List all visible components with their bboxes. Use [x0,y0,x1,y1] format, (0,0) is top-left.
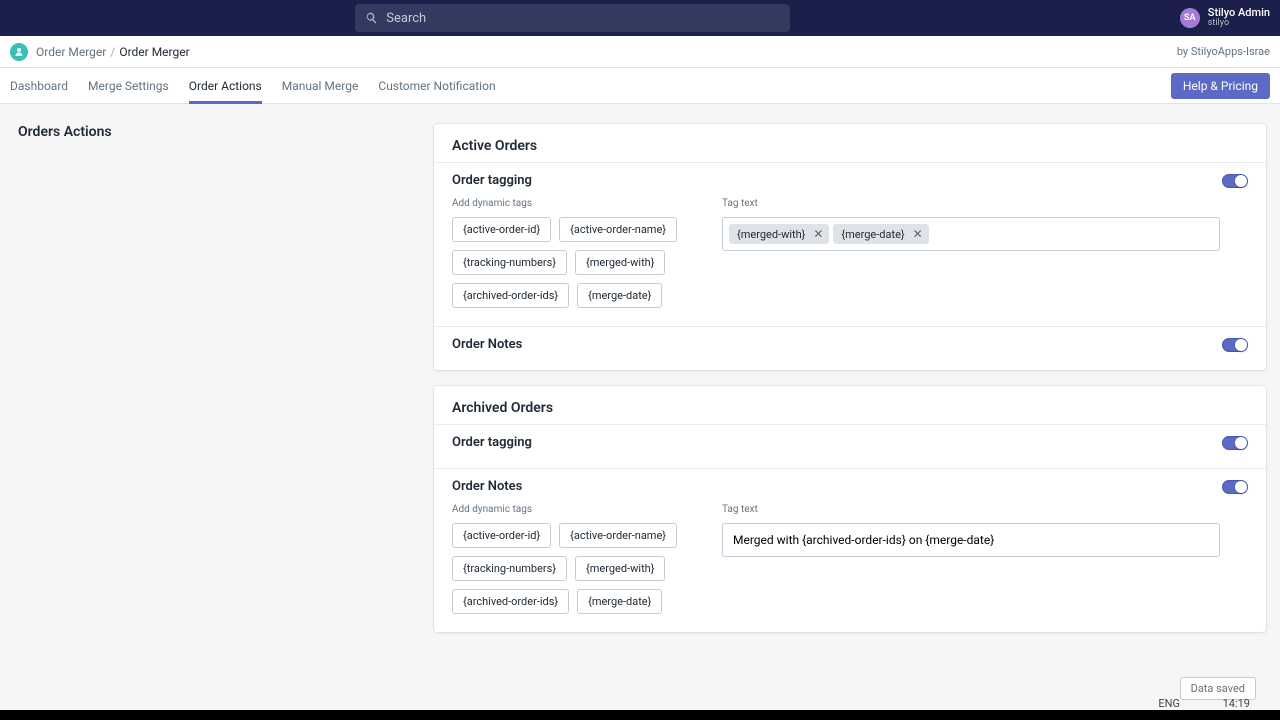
active-orders-heading: Active Orders [434,124,1266,162]
taskbar: ENG 14:19 [0,710,1280,720]
chip-active-order-name[interactable]: {active-order-name} [559,217,677,242]
archived-order-tagging-title: Order tagging [452,435,532,450]
user-sub: stilyo [1208,19,1270,29]
add-dynamic-tags-label: Add dynamic tags [452,198,692,209]
by-author: by StilyoApps-Israe [1177,45,1270,58]
chip-tracking-numbers[interactable]: {tracking-numbers} [452,556,567,581]
help-pricing-button[interactable]: Help & Pricing [1171,73,1270,99]
taskbar-lang: ENG [1158,697,1180,710]
chip-active-order-id[interactable]: {active-order-id} [452,523,551,548]
add-dynamic-tags-label: Add dynamic tags [452,504,692,515]
token-merged-with: {merged-with} ✕ [729,224,829,244]
active-order-tagging-title: Order tagging [452,173,532,188]
taskbar-time: 14:19 [1223,697,1250,710]
chip-archived-order-ids[interactable]: {archived-order-ids} [452,283,569,308]
archived-order-tagging-section: Order tagging [434,424,1266,468]
archived-orders-card: Archived Orders Order tagging Order Note… [434,386,1266,632]
archived-order-notes-toggle[interactable] [1222,480,1248,494]
active-order-notes-title: Order Notes [452,337,522,352]
tag-text-label: Tag text [722,198,1248,209]
archived-order-notes-section: Order Notes Add dynamic tags {active-ord… [434,468,1266,632]
tag-text-label: Tag text [722,504,1248,515]
tab-manual-merge[interactable]: Manual Merge [282,68,359,104]
tab-dashboard[interactable]: Dashboard [10,68,68,104]
user-menu[interactable]: SA Stilyo Admin stilyo [1180,7,1270,29]
chip-merge-date[interactable]: {merge-date} [577,589,662,614]
chip-merged-with[interactable]: {merged-with} [575,556,665,581]
chip-active-order-name[interactable]: {active-order-name} [559,523,677,548]
token-merge-date: {merge-date} ✕ [833,224,928,244]
archived-order-tagging-toggle[interactable] [1222,436,1248,450]
tab-order-actions[interactable]: Order Actions [189,68,262,104]
chip-tracking-numbers[interactable]: {tracking-numbers} [452,250,567,275]
top-bar: SA Stilyo Admin stilyo [0,0,1280,36]
breadcrumb-app[interactable]: Order Merger [36,45,106,59]
avatar: SA [1180,8,1200,28]
archived-orders-heading: Archived Orders [434,386,1266,424]
search-field[interactable] [355,4,790,32]
chip-merge-date[interactable]: {merge-date} [577,283,662,308]
active-tag-text-input[interactable]: {merged-with} ✕ {merge-date} ✕ [722,217,1220,251]
search-input[interactable] [386,11,780,26]
breadcrumb: Order Merger / Order Merger by StilyoApp… [0,36,1280,68]
search-icon [365,11,378,25]
archived-notes-text-input[interactable] [722,523,1220,557]
archived-order-notes-title: Order Notes [452,479,522,494]
app-tabs: Dashboard Merge Settings Order Actions M… [0,68,1280,104]
app-icon [10,43,28,61]
chip-active-order-id[interactable]: {active-order-id} [452,217,551,242]
breadcrumb-current: Order Merger [119,45,189,59]
active-order-notes-toggle[interactable] [1222,338,1248,352]
page-title: Orders Actions [18,124,414,140]
active-orders-card: Active Orders Order tagging Add dynamic … [434,124,1266,370]
remove-token-icon[interactable]: ✕ [911,227,925,241]
active-order-notes-section: Order Notes [434,326,1266,370]
chip-merged-with[interactable]: {merged-with} [575,250,665,275]
active-order-tagging-section: Order tagging Add dynamic tags {active-o… [434,162,1266,326]
chip-archived-order-ids[interactable]: {archived-order-ids} [452,589,569,614]
remove-token-icon[interactable]: ✕ [811,227,825,241]
active-order-tagging-toggle[interactable] [1222,174,1248,188]
tab-customer-notification[interactable]: Customer Notification [378,68,495,104]
tab-merge-settings[interactable]: Merge Settings [88,68,169,104]
